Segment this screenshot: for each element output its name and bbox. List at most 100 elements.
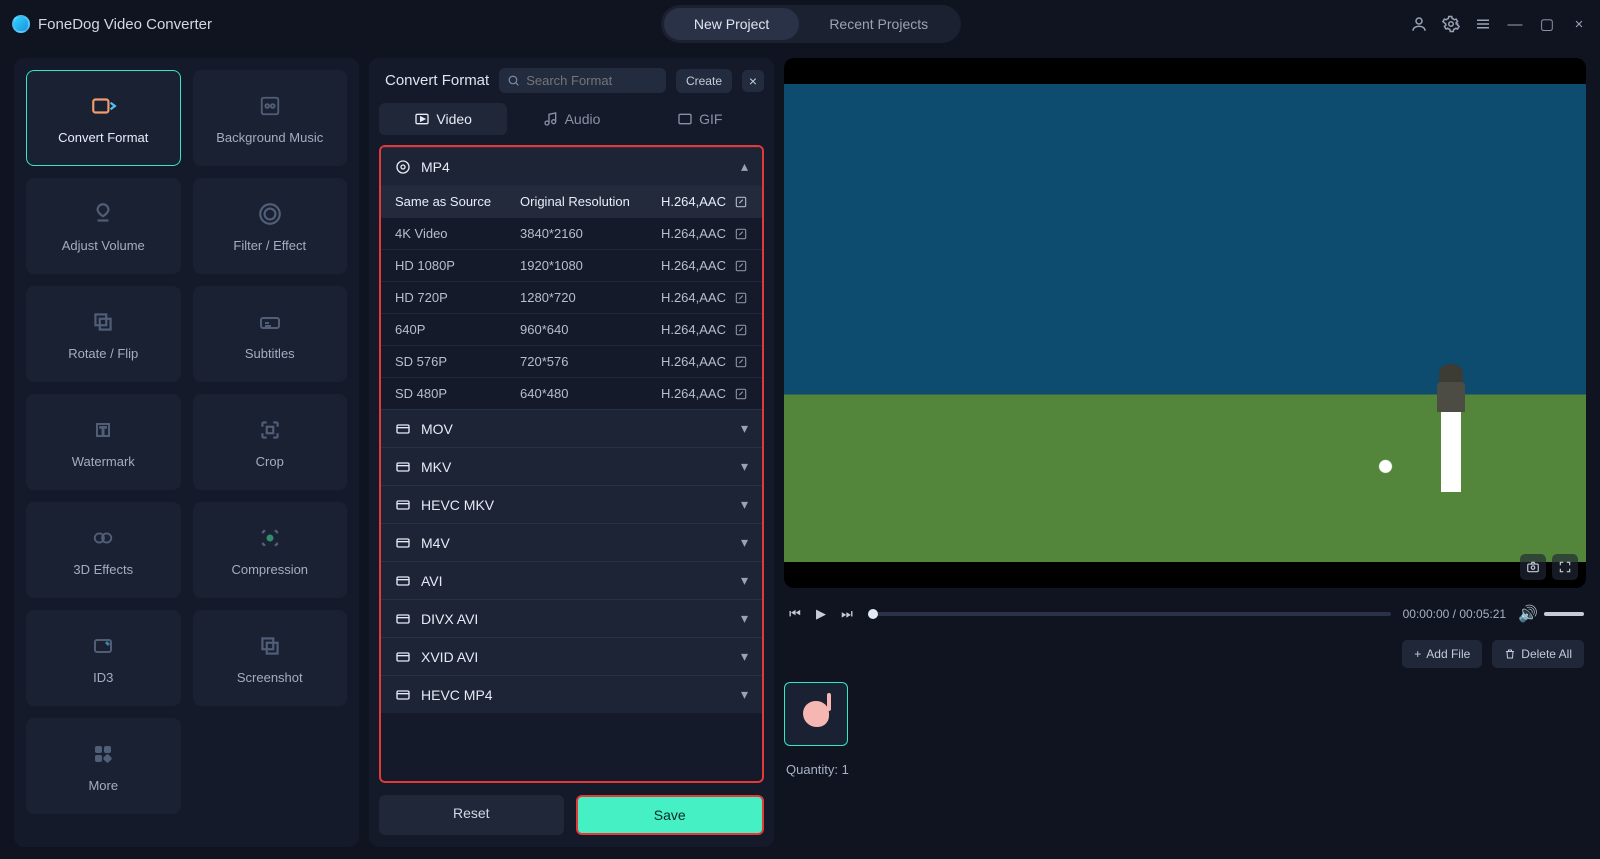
edit-icon[interactable] [734,259,748,273]
tool-convert-format[interactable]: Convert Format [26,70,181,166]
tool-icon [85,524,121,552]
preset-row[interactable]: 640P960*640H.264,AAC [381,313,762,345]
tool-watermark[interactable]: TWatermark [26,394,181,490]
app-logo: FoneDog Video Converter [12,15,212,33]
search-wrap[interactable] [499,68,666,93]
format-icon [395,535,411,551]
format-list[interactable]: MP4 ▴ Same as SourceOriginal ResolutionH… [379,145,764,783]
format-icon [395,649,411,665]
create-button[interactable]: Create [676,69,732,93]
format-name: XVID AVI [421,649,478,665]
format-group-mkv[interactable]: MKV▾ [381,447,762,485]
chevron-down-icon: ▾ [741,648,748,665]
player-bar: ⏮ ▶ ⏭ 00:00:00 / 00:05:21 🔊 [784,596,1586,632]
tool-more[interactable]: More [26,718,181,814]
reset-button[interactable]: Reset [379,795,564,835]
subtab-video[interactable]: Video [379,103,507,135]
preset-row[interactable]: HD 1080P1920*1080H.264,AAC [381,249,762,281]
close-icon[interactable]: × [1570,15,1588,33]
format-group-xvid-avi[interactable]: XVID AVI ▾ [381,637,762,675]
timeline[interactable] [868,612,1391,616]
play-icon[interactable]: ▶ [812,605,830,623]
edit-icon[interactable] [734,387,748,401]
chevron-down-icon: ▾ [741,496,748,513]
format-group-m4v[interactable]: M4V ▾ [381,523,762,561]
subtab-gif[interactable]: GIF [636,103,764,135]
preset-name: 4K Video [395,226,520,241]
logo-icon [12,15,30,33]
tool-icon [85,92,121,120]
format-icon [395,573,411,589]
tool-compression[interactable]: Compression [193,502,348,598]
preset-codec: H.264,AAC [661,258,726,273]
close-panel-icon[interactable]: × [742,70,764,92]
preset-row[interactable]: SD 576P720*576H.264,AAC [381,345,762,377]
tool-id3[interactable]: ID3 [26,610,181,706]
format-icon [395,687,411,703]
subtab-audio[interactable]: Audio [507,103,635,135]
edit-icon[interactable] [734,291,748,305]
fullscreen-icon[interactable] [1552,554,1578,580]
preset-resolution: 1280*720 [520,290,661,305]
tool-label: Screenshot [237,670,303,685]
search-icon [507,74,520,87]
edit-icon[interactable] [734,355,748,369]
snapshot-icon[interactable] [1520,554,1546,580]
account-icon[interactable] [1410,15,1428,33]
edit-icon[interactable] [734,323,748,337]
preset-row[interactable]: HD 720P1280*720H.264,AAC [381,281,762,313]
video-preview[interactable] [784,58,1586,588]
file-thumbnail[interactable] [784,682,848,746]
format-group-hevc-mkv[interactable]: HEVC MKV▾ [381,485,762,523]
panel-title: Convert Format [379,72,489,89]
format-group-mov[interactable]: MOV▾ [381,409,762,447]
chevron-down-icon: ▾ [741,534,748,551]
tab-new-project[interactable]: New Project [664,8,799,40]
tool-icon [252,416,288,444]
delete-all-button[interactable]: Delete All [1492,640,1584,668]
next-icon[interactable]: ⏭ [838,605,856,623]
preset-row[interactable]: SD 480P640*480H.264,AAC [381,377,762,409]
tool-label: Compression [231,562,308,577]
tool-label: Watermark [72,454,135,469]
tool-background-music[interactable]: Background Music [193,70,348,166]
tool-3d-effects[interactable]: 3D Effects [26,502,181,598]
music-note-icon [803,701,829,727]
audio-icon [543,111,559,127]
search-input[interactable] [526,73,658,88]
quantity-label: Quantity: 1 [784,754,1586,777]
maximize-icon[interactable]: ▢ [1538,15,1556,33]
preset-row[interactable]: Same as SourceOriginal ResolutionH.264,A… [381,185,762,217]
tool-screenshot[interactable]: Screenshot [193,610,348,706]
tool-subtitles[interactable]: Subtitles [193,286,348,382]
format-group-divx-avi[interactable]: DIVX AVI▾ [381,599,762,637]
tool-filter-effect[interactable]: Filter / Effect [193,178,348,274]
tool-rotate-flip[interactable]: Rotate / Flip [26,286,181,382]
menu-icon[interactable] [1474,15,1492,33]
format-group-mp4[interactable]: MP4 ▴ [381,147,762,185]
format-group-avi[interactable]: AVI▾ [381,561,762,599]
format-group-hevc-mp4[interactable]: HEVC MP4▾ [381,675,762,713]
format-name: M4V [421,535,450,551]
chevron-down-icon: ▾ [741,420,748,437]
tool-label: Filter / Effect [233,238,306,253]
edit-icon[interactable] [734,227,748,241]
mp4-icon [395,159,411,175]
tool-icon [85,308,121,336]
volume-slider[interactable] [1544,612,1584,616]
preset-resolution: 1920*1080 [520,258,661,273]
add-file-button[interactable]: + Add File [1402,640,1482,668]
tool-icon [252,308,288,336]
preset-row[interactable]: 4K Video3840*2160H.264,AAC [381,217,762,249]
volume-icon[interactable]: 🔊 [1518,604,1538,624]
gif-icon [677,111,693,127]
tool-adjust-volume[interactable]: Adjust Volume [26,178,181,274]
time-display: 00:00:00 / 00:05:21 [1403,607,1506,621]
tool-crop[interactable]: Crop [193,394,348,490]
edit-icon[interactable] [734,195,748,209]
minimize-icon[interactable]: — [1506,15,1524,33]
prev-icon[interactable]: ⏮ [786,605,804,623]
gear-icon[interactable] [1442,15,1460,33]
save-button[interactable]: Save [576,795,765,835]
tab-recent-projects[interactable]: Recent Projects [799,8,958,40]
